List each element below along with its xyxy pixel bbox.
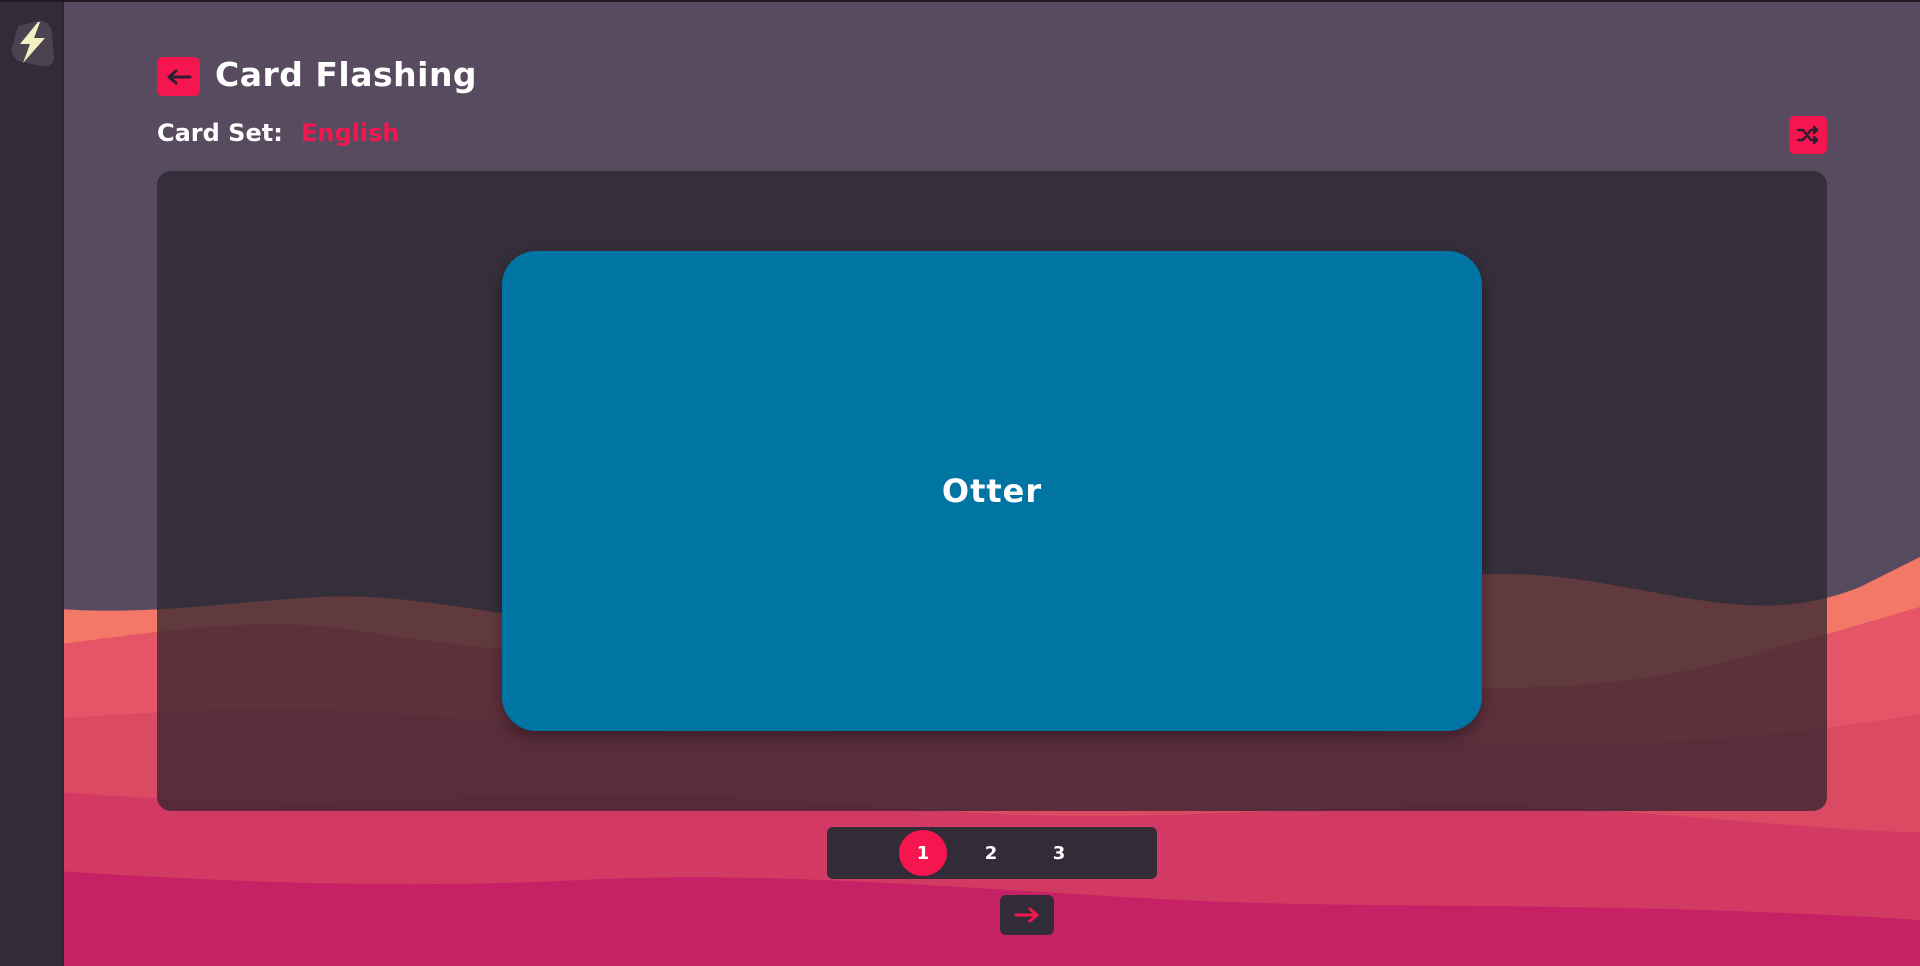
- shuffle-button[interactable]: [1789, 116, 1827, 154]
- shuffle-icon: [1796, 125, 1819, 145]
- lightning-logo-icon[interactable]: [8, 18, 56, 67]
- page-button-1[interactable]: 1: [899, 830, 947, 876]
- flash-card-text: Otter: [941, 472, 1043, 510]
- back-button[interactable]: [157, 57, 200, 96]
- sidebar: [0, 2, 64, 966]
- page-button-2[interactable]: 2: [967, 830, 1015, 876]
- card-set-value[interactable]: English: [301, 116, 399, 150]
- page-button-3[interactable]: 3: [1035, 830, 1083, 876]
- arrow-right-icon: [1014, 907, 1039, 923]
- arrow-left-icon: [167, 69, 191, 84]
- page-title: Card Flashing: [215, 55, 478, 94]
- card-set-label: Card Set:: [157, 119, 283, 147]
- flash-card[interactable]: Otter: [502, 251, 1482, 731]
- next-card-button[interactable]: [1000, 895, 1054, 935]
- pagination: 1 2 3: [827, 827, 1157, 879]
